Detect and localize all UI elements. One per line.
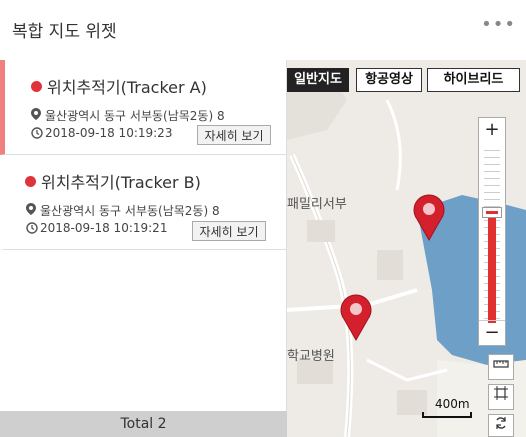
map-type-satellite-button[interactable]: 항공영상 [356, 68, 422, 92]
ruler-tool-icon[interactable] [488, 354, 514, 380]
tracker-marker-icon[interactable] [339, 292, 373, 342]
zoom-level-track [488, 213, 496, 323]
location-pin-icon [26, 203, 36, 218]
status-dot-icon [31, 81, 42, 92]
map-place-label: 학교병원 [287, 349, 335, 364]
location-pin-icon [31, 108, 41, 123]
tracker-name: 위치추적기(Tracker A) [47, 78, 207, 97]
zoom-out-button[interactable]: − [479, 320, 505, 345]
map-place-label: 패밀리서부 [287, 197, 347, 212]
clock-icon [26, 222, 38, 237]
detail-button[interactable]: 자세히 보기 [197, 125, 271, 145]
map-type-normal-button[interactable]: 일반지도 [287, 68, 349, 92]
zoom-slider-handle[interactable] [482, 207, 502, 218]
map-type-hybrid-button[interactable]: 하이브리드 [427, 68, 520, 92]
status-dot-icon [25, 176, 36, 187]
tracker-name: 위치추적기(Tracker B) [41, 173, 201, 192]
clock-icon [31, 127, 43, 142]
tracker-timestamp: 2018-09-18 10:19:21 [40, 221, 168, 235]
zoom-in-button[interactable]: + [479, 118, 505, 142]
map-view[interactable]: 패밀리서부 학교병원 일반지도 항공영상 하이브리드 + − 400m [287, 60, 526, 437]
tracker-marker-icon[interactable] [412, 192, 446, 242]
total-count-bar: Total 2 [0, 411, 287, 437]
tracker-address: 울산광역시 동구 서부동(남목2동) 8 [40, 204, 220, 218]
detail-button[interactable]: 자세히 보기 [192, 221, 266, 241]
tracker-address: 울산광역시 동구 서부동(남목2동) 8 [45, 109, 225, 123]
tracker-item[interactable]: 위치추적기(Tracker A) 울산광역시 동구 서부동(남목2동) 8 20… [0, 60, 287, 155]
zoom-control: + − [478, 117, 506, 346]
tracker-timestamp: 2018-09-18 10:19:23 [45, 126, 173, 140]
widget-title: 복합 지도 위젯 [12, 22, 117, 42]
more-options-icon[interactable]: ••• [481, 14, 516, 35]
refresh-icon[interactable] [488, 414, 514, 437]
tracker-item[interactable]: 위치추적기(Tracker B) 울산광역시 동구 서부동(남목2동) 8 20… [0, 155, 287, 250]
scale-label: 400m [435, 397, 470, 411]
widget-header: 복합 지도 위젯 ••• [0, 0, 526, 60]
area-measure-icon[interactable] [488, 384, 514, 410]
scale-bar [422, 412, 472, 418]
tracker-list-panel: 위치추적기(Tracker A) 울산광역시 동구 서부동(남목2동) 8 20… [0, 60, 287, 437]
